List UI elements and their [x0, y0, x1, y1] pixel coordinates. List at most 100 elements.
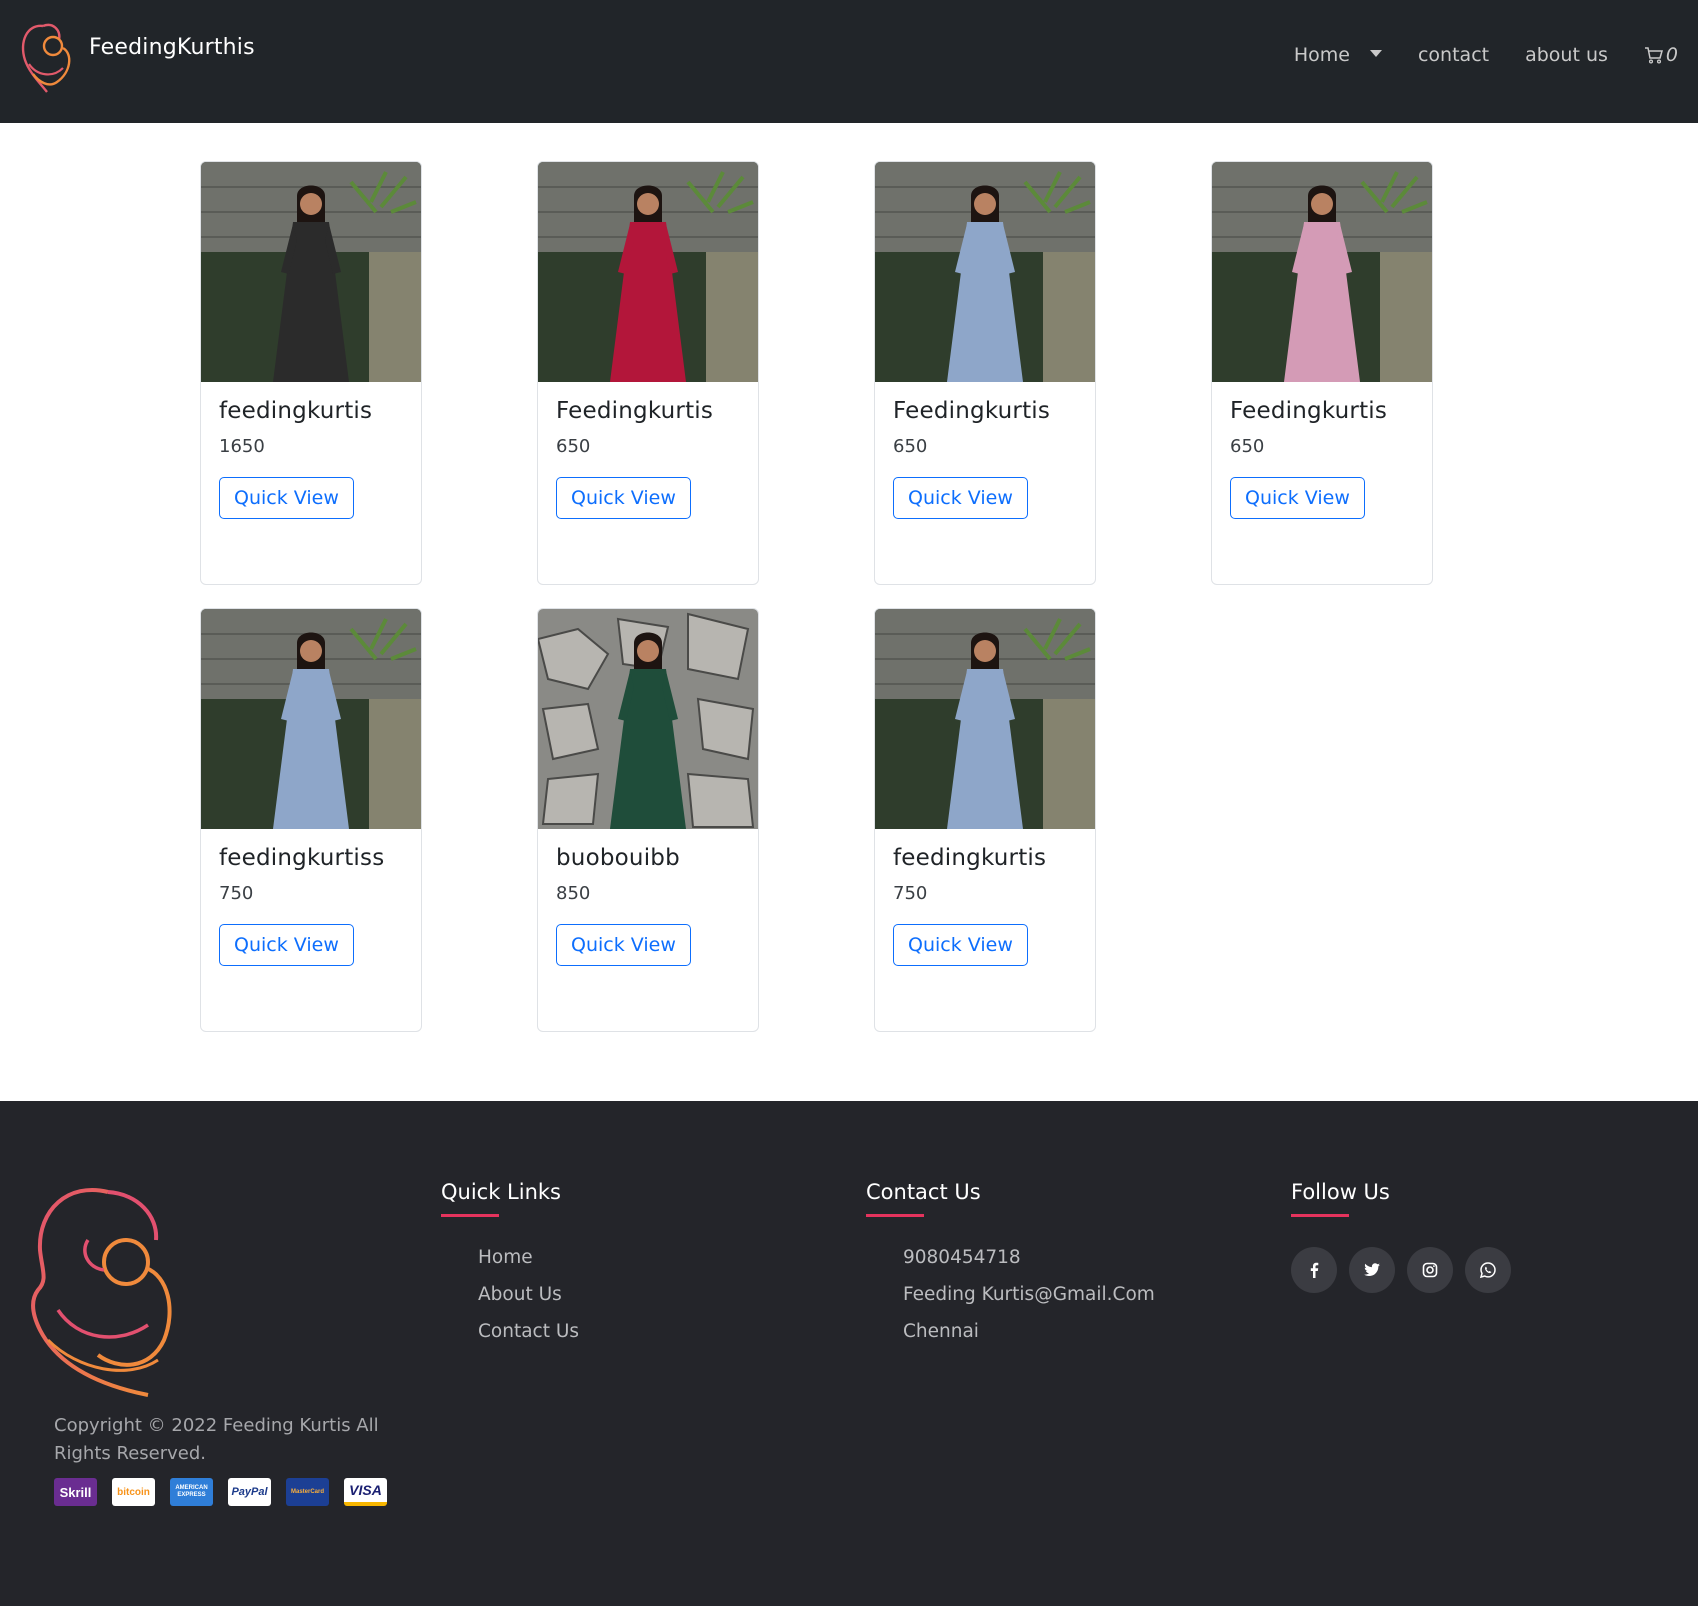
product-card: feedingkurtis 1650 Quick View [200, 161, 422, 585]
facebook-link[interactable] [1291, 1247, 1337, 1293]
product-card: Feedingkurtis 650 Quick View [1211, 161, 1433, 585]
quick-links-list: Home About Us Contact Us [441, 1247, 579, 1342]
payment-methods: Skrill bitcoin AMERICAN EXPRESS PayPal M… [54, 1478, 402, 1506]
product-image[interactable] [1212, 162, 1432, 382]
quick-view-button[interactable]: Quick View [556, 477, 691, 519]
quick-view-button[interactable]: Quick View [556, 924, 691, 966]
product-photo [201, 162, 421, 382]
contact-list: 9080454718 Feeding Kurtis@Gmail.Com Chen… [866, 1247, 1155, 1342]
product-title: buobouibb [556, 845, 680, 871]
product-image[interactable] [538, 609, 758, 829]
product-card-body: feedingkurtis 750 Quick View [875, 829, 1095, 982]
product-card-body: Feedingkurtis 650 Quick View [875, 382, 1095, 535]
nav-about-label: about us [1525, 44, 1608, 66]
quick-view-button[interactable]: Quick View [893, 477, 1028, 519]
product-price: 850 [556, 883, 591, 904]
follow-column: Follow Us [1291, 1180, 1523, 1293]
footer: Copyright © 2022 Feeding Kurtis All Righ… [0, 1101, 1698, 1606]
product-price: 750 [893, 883, 928, 904]
skrill-icon: Skrill [54, 1478, 97, 1506]
footer-link-about[interactable]: About Us [478, 1284, 579, 1305]
nav-about[interactable]: about us [1525, 44, 1608, 66]
product-photo [201, 609, 421, 829]
product-photo [1212, 162, 1432, 382]
title-underline [1291, 1214, 1349, 1217]
brand-logo-icon [21, 23, 71, 93]
instagram-link[interactable] [1407, 1247, 1453, 1293]
contact-email: Feeding Kurtis@Gmail.Com [903, 1284, 1155, 1305]
cart-icon [1644, 47, 1663, 64]
contact-city: Chennai [903, 1321, 979, 1342]
quick-view-button[interactable]: Quick View [219, 924, 354, 966]
product-price: 650 [893, 436, 928, 457]
product-card: feedingkurtis 750 Quick View [874, 608, 1096, 1032]
product-image[interactable] [875, 609, 1095, 829]
product-card-body: Feedingkurtis 650 Quick View [1212, 382, 1432, 535]
footer-link-home[interactable]: Home [478, 1247, 579, 1268]
paypal-icon: PayPal [228, 1478, 271, 1506]
cart-count: 0 [1665, 44, 1678, 66]
product-card: Feedingkurtis 650 Quick View [537, 161, 759, 585]
twitter-icon [1364, 1263, 1380, 1276]
facebook-icon [1310, 1262, 1319, 1278]
navbar: FeedingKurthis Home contact about us 0 [0, 0, 1698, 123]
whatsapp-link[interactable] [1465, 1247, 1511, 1293]
product-title: Feedingkurtis [556, 398, 714, 424]
bitcoin-icon: bitcoin [112, 1478, 155, 1506]
footer-link-contact[interactable]: Contact Us [478, 1321, 579, 1342]
product-price: 750 [219, 883, 254, 904]
amex-icon: AMERICAN EXPRESS [170, 1478, 213, 1506]
brand-name: FeedingKurthis [89, 34, 255, 60]
product-photo [538, 162, 758, 382]
social-links [1291, 1247, 1523, 1293]
product-image[interactable] [201, 162, 421, 382]
contact-phone: 9080454718 [903, 1247, 1021, 1268]
contact-title: Contact Us [866, 1180, 981, 1204]
product-title: Feedingkurtis [893, 398, 1051, 424]
product-card: Feedingkurtis 650 Quick View [874, 161, 1096, 585]
product-title: Feedingkurtis [1230, 398, 1388, 424]
copyright-text: Copyright © 2022 Feeding Kurtis All Righ… [54, 1415, 379, 1464]
brand[interactable]: FeedingKurthis [13, 12, 255, 102]
product-card-body: feedingkurtis 1650 Quick View [201, 382, 421, 535]
title-underline [866, 1214, 924, 1217]
twitter-link[interactable] [1349, 1247, 1395, 1293]
product-photo [875, 609, 1095, 829]
instagram-icon [1422, 1262, 1438, 1278]
nav-contact-label: contact [1417, 44, 1490, 66]
title-underline [441, 1214, 499, 1217]
product-card-body: feedingkurtiss 750 Quick View [201, 829, 421, 982]
nav-home-label: Home [1293, 44, 1350, 66]
product-card: buobouibb 850 Quick View [537, 608, 759, 1032]
whatsapp-icon [1479, 1262, 1496, 1279]
product-image[interactable] [201, 609, 421, 829]
follow-title: Follow Us [1291, 1180, 1390, 1204]
quick-view-button[interactable]: Quick View [893, 924, 1028, 966]
product-image[interactable] [875, 162, 1095, 382]
product-price: 1650 [219, 436, 265, 457]
product-photo [875, 162, 1095, 382]
product-card-body: buobouibb 850 Quick View [538, 829, 758, 982]
nav-home[interactable]: Home [1294, 44, 1382, 66]
quick-links-title: Quick Links [441, 1180, 562, 1204]
product-card: feedingkurtiss 750 Quick View [200, 608, 422, 1032]
visa-icon: VISA [344, 1478, 387, 1506]
quick-view-button[interactable]: Quick View [219, 477, 354, 519]
product-photo [538, 609, 758, 829]
contact-column: Contact Us 9080454718 Feeding Kurtis@Gma… [866, 1180, 1155, 1358]
product-title: feedingkurtis [219, 398, 373, 424]
main-nav: Home contact about us 0 [1294, 44, 1678, 66]
product-title: feedingkurtis [893, 845, 1047, 871]
mastercard-icon: MasterCard [286, 1478, 329, 1506]
chevron-down-icon[interactable] [1369, 49, 1382, 57]
quick-links-column: Quick Links Home About Us Contact Us [441, 1180, 579, 1358]
nav-contact[interactable]: contact [1418, 44, 1489, 66]
product-card-body: Feedingkurtis 650 Quick View [538, 382, 758, 535]
quick-view-button[interactable]: Quick View [1230, 477, 1365, 519]
footer-logo-icon [31, 1188, 172, 1397]
product-image[interactable] [538, 162, 758, 382]
product-price: 650 [1230, 436, 1265, 457]
product-title: feedingkurtiss [219, 845, 385, 871]
cart-button[interactable]: 0 [1644, 44, 1678, 66]
product-price: 650 [556, 436, 591, 457]
